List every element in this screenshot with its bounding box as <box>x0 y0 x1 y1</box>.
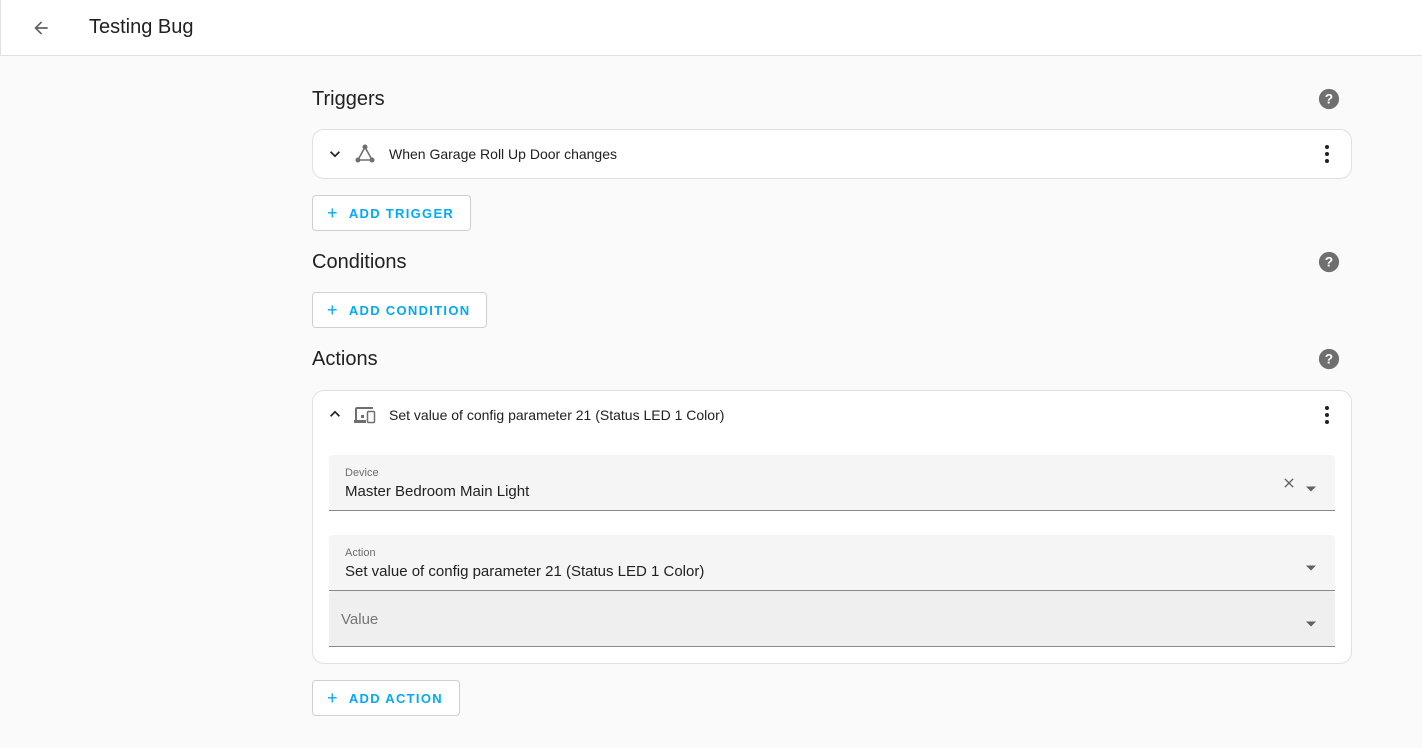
top-app-bar: Testing Bug <box>0 0 1422 56</box>
plus-icon: + <box>327 300 339 320</box>
more-options-icon[interactable] <box>1315 403 1339 427</box>
action-card: Set value of config parameter 21 (Status… <box>312 390 1352 664</box>
actions-heading: Actions <box>312 348 378 370</box>
svg-text:?: ? <box>1325 92 1333 107</box>
plus-icon: + <box>327 688 339 708</box>
svg-text:?: ? <box>1325 255 1333 270</box>
value-select[interactable]: Value <box>329 591 1335 647</box>
conditions-heading: Conditions <box>312 251 407 273</box>
action-label: Set value of config parameter 21 (Status… <box>389 407 725 423</box>
caret-down-icon[interactable] <box>1305 559 1317 571</box>
plus-icon: + <box>327 203 339 223</box>
add-action-label: ADD ACTION <box>348 690 443 706</box>
actions-help-icon[interactable]: ? <box>1318 348 1340 370</box>
action-row[interactable]: Set value of config parameter 21 (Status… <box>313 391 1351 437</box>
state-change-icon <box>353 142 377 166</box>
trigger-label: When Garage Roll Up Door changes <box>389 146 618 162</box>
add-action-button[interactable]: + ADD ACTION <box>312 680 460 716</box>
more-options-icon[interactable] <box>1315 142 1339 166</box>
caret-down-icon[interactable] <box>1305 615 1317 627</box>
page-title: Testing Bug <box>89 16 194 38</box>
chevron-down-icon[interactable] <box>325 144 345 164</box>
add-trigger-label: ADD TRIGGER <box>348 205 455 221</box>
add-condition-button[interactable]: + ADD CONDITION <box>312 292 488 328</box>
svg-text:?: ? <box>1325 352 1333 367</box>
triggers-heading: Triggers <box>312 88 385 110</box>
conditions-help-icon[interactable]: ? <box>1318 251 1340 273</box>
action-field-value: Set value of config parameter 21 (Status… <box>345 563 705 580</box>
device-icon <box>353 403 377 427</box>
trigger-card: When Garage Roll Up Door changes <box>312 129 1352 179</box>
chevron-up-icon[interactable] <box>325 404 345 424</box>
caret-down-icon[interactable] <box>1305 480 1317 492</box>
triggers-help-icon[interactable]: ? <box>1318 88 1340 110</box>
device-field-value: Master Bedroom Main Light <box>345 483 530 500</box>
value-field-placeholder: Value <box>341 611 379 628</box>
device-select[interactable]: Device Master Bedroom Main Light <box>329 455 1335 511</box>
add-condition-label: ADD CONDITION <box>348 302 471 318</box>
action-field-label: Action <box>345 547 376 559</box>
close-icon[interactable] <box>1281 475 1297 491</box>
trigger-row[interactable]: When Garage Roll Up Door changes <box>313 130 1351 178</box>
add-trigger-button[interactable]: + ADD TRIGGER <box>312 195 472 231</box>
back-arrow-icon[interactable] <box>25 12 57 44</box>
device-field-label: Device <box>345 467 379 479</box>
action-select[interactable]: Action Set value of config parameter 21 … <box>329 535 1335 591</box>
